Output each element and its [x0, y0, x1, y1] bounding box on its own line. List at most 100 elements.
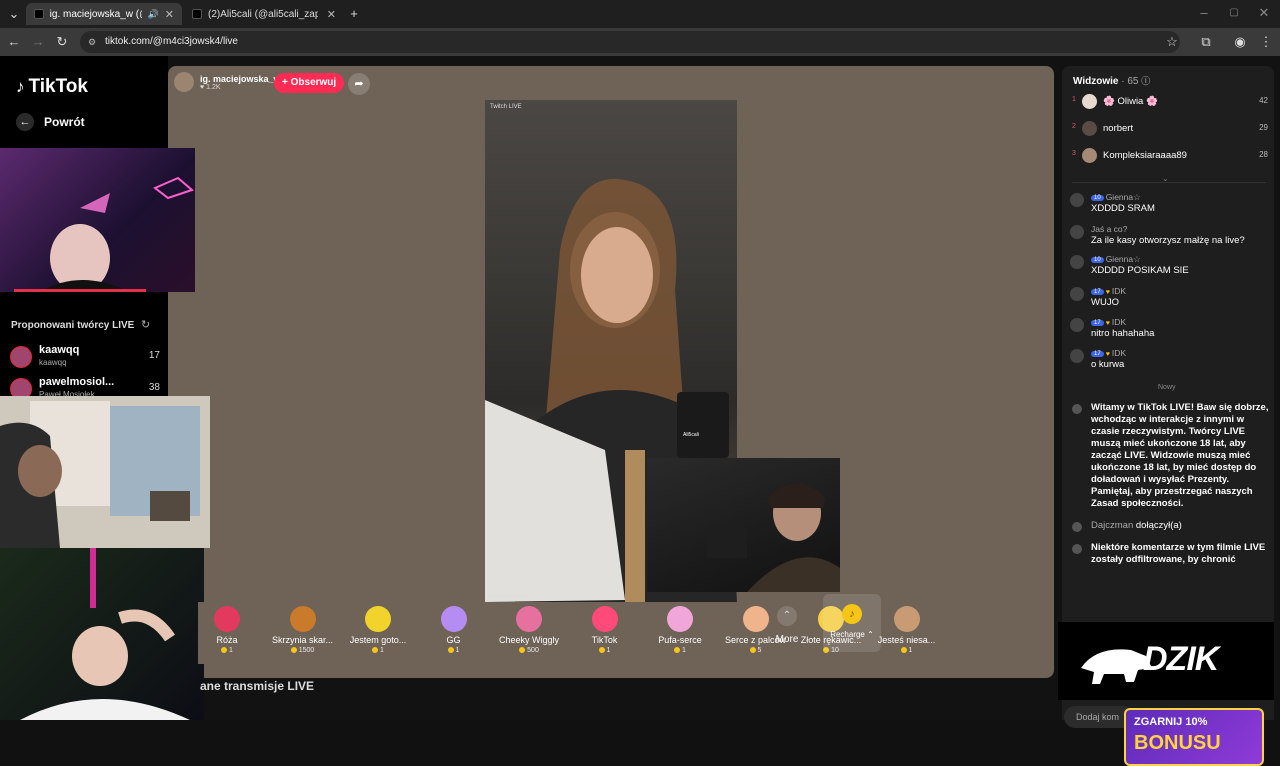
gift-price-value: 5	[757, 647, 762, 654]
avatar[interactable]	[1070, 349, 1084, 363]
host-info[interactable]: ig. maciejowska_w ♥ 1.2K	[174, 72, 281, 92]
chat-message[interactable]: 17 ♥ IDK o kurwa	[1070, 348, 1268, 376]
speaker-icon[interactable]: 🔊	[148, 9, 159, 20]
tab-title: (2)Ali5cali (@ali5cali_zapasowe	[208, 8, 318, 20]
gift-price: 1	[341, 647, 415, 654]
tiktok-favicon-icon	[34, 9, 44, 19]
gift-price-value: 1	[380, 647, 384, 654]
chat-username[interactable]: Gienna☆	[1106, 192, 1141, 202]
recharge-button[interactable]: ♪ Recharge ⌃	[823, 594, 881, 652]
gift-item[interactable]: Skrzynia skar... 1500	[266, 602, 340, 662]
reload-icon[interactable]: ↻	[54, 34, 70, 50]
more-gifts-button[interactable]: ⌃ More	[762, 602, 812, 662]
chat-username[interactable]: IDK	[1112, 286, 1126, 296]
extensions-icon[interactable]: ⧉	[1198, 34, 1214, 50]
site-info-icon[interactable]: ⚙	[88, 37, 96, 48]
chat-message[interactable]: 17 ♥ IDK WUJO	[1070, 286, 1268, 314]
suggested-creators-title: Proponowani twórcy LIVE	[11, 320, 135, 331]
top-viewer-row[interactable]: 1 🌸 Oliwia 🌸 42	[1072, 94, 1268, 110]
webcam-overlay-3	[0, 548, 204, 720]
tab-search-icon[interactable]: ⌄	[6, 6, 22, 22]
chat-username[interactable]: IDK	[1112, 317, 1126, 327]
bookmark-star-icon[interactable]: ☆	[1164, 34, 1180, 50]
gift-name: Róża	[216, 635, 238, 645]
profile-icon[interactable]: ◉	[1232, 34, 1248, 50]
info-icon[interactable]: ⓘ	[1141, 76, 1150, 86]
divider	[1072, 182, 1266, 183]
chat-username[interactable]: Jaś a co?	[1091, 224, 1127, 234]
chat-text: Za ile kasy otworzysz małżę na live?	[1091, 235, 1245, 246]
promo-line-1: ZGARNIJ 10%	[1134, 716, 1208, 728]
avatar	[1082, 94, 1097, 109]
tab-title: ig. maciejowska_w (@m4ci3	[49, 8, 142, 20]
gift-item[interactable]: Pufa-serce 1	[643, 602, 717, 662]
avatar[interactable]	[1070, 287, 1084, 301]
viewer-score: 28	[1259, 150, 1268, 159]
joined-action: dołączył(a)	[1135, 520, 1182, 531]
host-likes: ♥ 1.2K	[200, 83, 221, 91]
chat-username[interactable]: Gienna☆	[1106, 254, 1141, 264]
tab-inactive[interactable]: (2)Ali5cali (@ali5cali_zapasowe ✕	[184, 3, 344, 25]
gift-item[interactable]: GG 1	[417, 602, 491, 662]
minimize-icon[interactable]: –	[1196, 5, 1212, 21]
close-tab-icon[interactable]: ✕	[327, 8, 336, 21]
viewer-name: Kompleksiaraaaa89	[1103, 150, 1187, 161]
more-label: More	[775, 634, 799, 645]
chat-message[interactable]: 10 Gienna☆ XDDDD POSIKAM SIE	[1070, 254, 1268, 282]
host-name[interactable]: ig. maciejowska_w	[200, 74, 281, 84]
gift-item[interactable]: Jestem goto... 1	[341, 602, 415, 662]
gift-item[interactable]: Róża 1	[190, 602, 264, 662]
gift-name: Skrzynia skar...	[271, 635, 334, 645]
follow-button[interactable]: + Obserwuj	[274, 73, 345, 93]
gift-price-value: 500	[527, 647, 539, 654]
new-tab-button[interactable]: +	[346, 6, 362, 22]
webcam-art	[0, 401, 200, 548]
gift-item[interactable]: TikTok 1	[568, 602, 642, 662]
close-tab-icon[interactable]: ✕	[165, 8, 174, 21]
tiktok-logo[interactable]: ♪ TikTok	[16, 76, 88, 98]
gift-price: 1	[643, 647, 717, 654]
sponsor-banner: DZIK	[1058, 622, 1274, 700]
chat-username[interactable]: IDK	[1112, 348, 1126, 358]
chat-message[interactable]: Jaś a co? Za ile kasy otworzysz małżę na …	[1070, 224, 1268, 252]
back-button[interactable]: ← Powrót	[16, 113, 85, 131]
host-avatar[interactable]	[174, 72, 194, 92]
url-field[interactable]: tiktok.com/@m4ci3jowsk4/live	[80, 31, 1180, 53]
top-viewer-row[interactable]: 3 Kompleksiaraaaa89 28	[1072, 148, 1268, 164]
gift-item[interactable]: Cheeky Wiggly 500	[492, 602, 566, 662]
top-viewer-row[interactable]: 2 norbert 29	[1072, 121, 1268, 137]
webcam-overlay-2	[0, 396, 210, 548]
gift-price: 1	[417, 647, 491, 654]
chat-text: nitro hahahaha	[1091, 328, 1155, 339]
avatar[interactable]	[1070, 193, 1084, 207]
live-stage: ig. maciejowska_w ♥ 1.2K + Obserwuj ➦ Tw…	[168, 66, 1054, 678]
back-arrow-icon[interactable]: ←	[6, 34, 22, 50]
picture-in-picture[interactable]: Ali5cali	[677, 392, 729, 458]
close-window-icon[interactable]: ✕	[1256, 5, 1272, 21]
joined-username[interactable]: Dajczman	[1091, 520, 1133, 531]
avatar[interactable]	[1070, 225, 1084, 239]
avatar[interactable]	[1070, 318, 1084, 332]
video-footer-handle: ig. maciejowska_w	[488, 593, 530, 599]
refresh-icon[interactable]: ↻	[141, 318, 150, 331]
level-badge: 17	[1091, 320, 1104, 326]
tiktok-note-icon	[1072, 544, 1082, 554]
suggested-creator[interactable]: kaawqq kaawqq 17	[10, 344, 160, 370]
share-icon[interactable]: ➦	[348, 73, 370, 95]
maximize-icon[interactable]: ▢	[1226, 5, 1242, 21]
tab-active[interactable]: ig. maciejowska_w (@m4ci3 🔊 ✕	[26, 3, 182, 25]
system-message-text: Niektóre komentarze w tym filmie LIVE zo…	[1091, 542, 1266, 565]
chat-message[interactable]: 10 Gienna☆ XDDDD SRAM	[1070, 192, 1268, 220]
level-badge: 17	[1091, 289, 1104, 295]
forward-arrow-icon[interactable]: →	[30, 34, 46, 50]
menu-kebab-icon[interactable]: ⋮	[1258, 34, 1274, 50]
creator-handle: kaawqq	[39, 358, 67, 367]
likes-count: 1.2K	[206, 83, 221, 91]
gift-price-value: 1	[682, 647, 686, 654]
avatar[interactable]	[1070, 255, 1084, 269]
bonus-promo-banner[interactable]: ZGARNIJ 10% BONUSU	[1124, 708, 1264, 766]
level-badge: 10	[1091, 257, 1104, 263]
chat-message[interactable]: 17 ♥ IDK nitro hahahaha	[1070, 317, 1268, 345]
gift-price: 500	[492, 647, 566, 654]
rank: 2	[1072, 123, 1076, 130]
